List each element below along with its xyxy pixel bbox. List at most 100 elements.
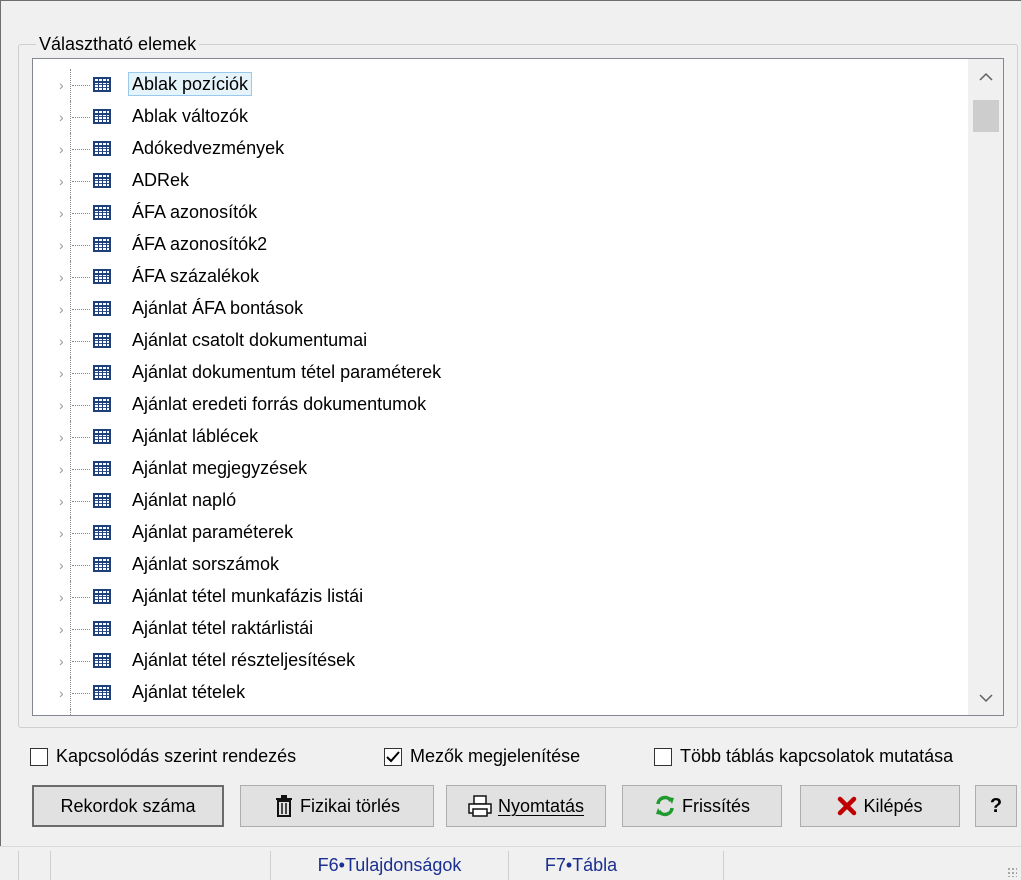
show-multi-table-checkbox[interactable]: Több táblás kapcsolatok mutatása <box>654 746 953 767</box>
tree-item[interactable]: › Ajánlat megjegyzések <box>33 453 969 485</box>
chevron-right-icon[interactable]: › <box>59 204 64 222</box>
trash-icon <box>274 795 294 817</box>
tree-item[interactable]: › Ajánlat paraméterek <box>33 517 969 549</box>
button-label: Fizikai törlés <box>299 795 401 816</box>
exit-button[interactable]: Kilépés <box>800 785 960 827</box>
chevron-right-icon[interactable]: › <box>59 300 64 318</box>
tree-line <box>70 709 71 715</box>
tree-line <box>70 197 71 229</box>
tree-item-label: Ajánlat láblécek <box>132 426 259 446</box>
checkbox-box[interactable] <box>30 747 48 766</box>
chevron-right-icon[interactable]: › <box>59 140 64 158</box>
show-fields-checkbox[interactable]: Mezők megjelenítése <box>384 746 580 767</box>
table-icon <box>93 685 111 700</box>
chevron-right-icon[interactable]: › <box>59 236 64 254</box>
checkbox-box[interactable] <box>384 747 402 766</box>
chevron-right-icon[interactable]: › <box>59 428 64 446</box>
tree-item[interactable]: › Adókedvezmények <box>33 133 969 165</box>
f7-table-label[interactable]: F7•Tábla <box>545 855 617 875</box>
tree-item-label: Ajánlat tételek <box>132 682 246 702</box>
button-label: ? <box>989 794 1003 817</box>
tree-item[interactable]: › ÁFA azonosítók2 <box>33 229 969 261</box>
chevron-right-icon[interactable]: › <box>59 332 64 350</box>
tree-line <box>72 661 90 662</box>
tree-item[interactable]: › ADRek <box>33 165 969 197</box>
status-panel-spacer <box>50 851 51 880</box>
tree-item[interactable]: › Ajánlat csatolt dokumentumai <box>33 325 969 357</box>
help-button[interactable]: ? <box>975 785 1017 827</box>
chevron-right-icon[interactable]: › <box>59 76 64 94</box>
chevron-right-icon[interactable]: › <box>59 364 64 382</box>
tree-line <box>70 549 71 581</box>
chevron-right-icon[interactable]: › <box>59 396 64 414</box>
table-icon <box>93 429 111 444</box>
tree-item-label: Ajánlat dokumentum tétel paraméterek <box>132 362 442 382</box>
tree-item-label: ÁFA azonosítók <box>132 202 258 222</box>
table-icon <box>93 109 111 124</box>
chevron-right-icon[interactable]: › <box>59 172 64 190</box>
tree-item[interactable]: › Ajánlat dokumentum tétel paraméterek <box>33 357 969 389</box>
checkbox-label: Több táblás kapcsolatok mutatása <box>680 746 954 766</box>
checkbox-box[interactable] <box>654 747 672 766</box>
items-tree[interactable]: › Ablak pozíciók › Ablak változók › Adókedvez… <box>32 58 1004 716</box>
chevron-right-icon[interactable]: › <box>59 108 64 126</box>
table-icon <box>93 525 111 540</box>
close-x-icon <box>837 796 857 816</box>
record-count-button[interactable]: Rekordok száma <box>32 785 224 827</box>
table-icon <box>93 589 111 604</box>
chevron-right-icon[interactable]: › <box>59 684 64 702</box>
tree-line <box>70 677 71 709</box>
tree-list: › Ablak pozíciók › Ablak változók › Adókedvez… <box>33 69 969 715</box>
tree-line <box>70 69 71 101</box>
chevron-right-icon[interactable]: › <box>59 588 64 606</box>
tree-line <box>72 309 90 310</box>
resize-grip[interactable] <box>1007 867 1017 877</box>
status-panel-f6[interactable]: F6•Tulajdonságok <box>270 851 508 880</box>
tree-item[interactable]: › Ajánlat sorszámok <box>33 549 969 581</box>
refresh-button[interactable]: Frissítés <box>622 785 782 827</box>
tree-item[interactable]: › Ajánlat tételek <box>33 677 969 709</box>
scroll-up-button[interactable] <box>969 59 1003 93</box>
tree-item[interactable]: › Ajánlat láblécek <box>33 421 969 453</box>
scroll-down-button[interactable] <box>969 681 1003 715</box>
chevron-right-icon[interactable]: › <box>59 460 64 478</box>
tree-item[interactable]: › Ajánlat napló <box>33 485 969 517</box>
chevron-right-icon[interactable]: › <box>59 652 64 670</box>
vertical-scrollbar[interactable] <box>968 59 1003 715</box>
tree-item[interactable]: › Ajánlat tétel raktárlistái <box>33 613 969 645</box>
status-panel-f7[interactable]: F7•Tábla <box>508 851 724 880</box>
tree-item[interactable]: › ÁFA azonosítók <box>33 197 969 229</box>
button-label: Frissítés <box>681 795 750 816</box>
tree-line <box>70 389 71 421</box>
tree-item[interactable]: › Ajánlat tétel részteljesítések <box>33 645 969 677</box>
tree-item-label: Ajánlat csatolt dokumentumai <box>132 330 368 350</box>
tree-line <box>70 325 71 357</box>
chevron-right-icon[interactable]: › <box>59 492 64 510</box>
tree-item[interactable]: › Ablak változók <box>33 101 969 133</box>
status-bar: F6•Tulajdonságok F7•Tábla <box>0 846 1021 880</box>
physical-delete-button[interactable]: Fizikai törlés <box>240 785 434 827</box>
tree-line <box>70 101 71 133</box>
tree-line <box>72 437 90 438</box>
tree-item[interactable]: › <box>33 709 969 715</box>
chevron-right-icon[interactable]: › <box>59 524 64 542</box>
sort-by-link-checkbox[interactable]: Kapcsolódás szerint rendezés <box>30 746 296 767</box>
tree-line <box>72 533 90 534</box>
group-title: Választható elemek <box>36 33 200 55</box>
tree-item[interactable]: › Ajánlat tétel munkafázis listái <box>33 581 969 613</box>
chevron-right-icon[interactable]: › <box>59 556 64 574</box>
scroll-thumb[interactable] <box>973 100 999 132</box>
chevron-up-icon <box>979 72 993 81</box>
tree-line <box>72 181 90 182</box>
tree-item[interactable]: › Ablak pozíciók <box>33 69 969 101</box>
table-icon <box>93 77 111 92</box>
print-button[interactable]: Nyomtatás <box>446 785 606 827</box>
tree-item[interactable]: › ÁFA százalékok <box>33 261 969 293</box>
tree-item[interactable]: › Ajánlat ÁFA bontások <box>33 293 969 325</box>
chevron-right-icon[interactable]: › <box>59 620 64 638</box>
tree-item[interactable]: › Ajánlat eredeti forrás dokumentumok <box>33 389 969 421</box>
printer-icon <box>468 795 492 817</box>
tree-line <box>72 277 90 278</box>
f6-properties-label[interactable]: F6•Tulajdonságok <box>318 855 462 875</box>
chevron-right-icon[interactable]: › <box>59 268 64 286</box>
